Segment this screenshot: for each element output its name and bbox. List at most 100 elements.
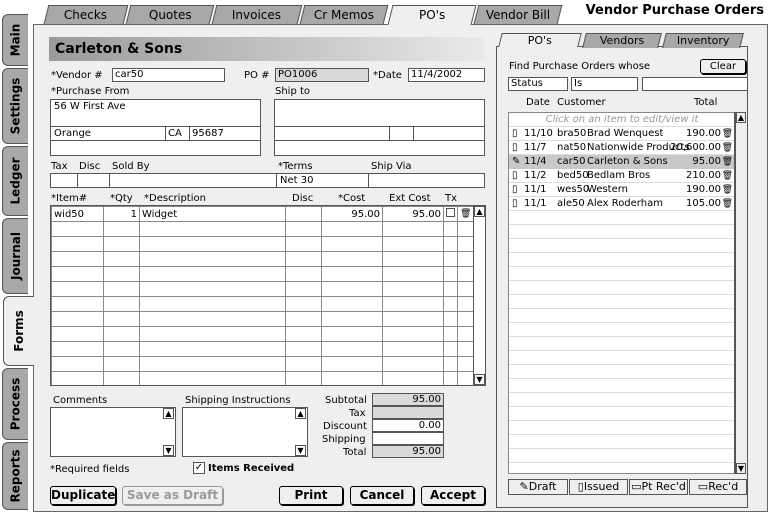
grid-cell-ext[interactable]: [382, 266, 444, 282]
grid-cell-ext[interactable]: [382, 296, 444, 312]
grid-cell-disc[interactable]: [285, 206, 322, 222]
scroll-down-icon[interactable]: ▼: [295, 445, 306, 456]
trash-icon[interactable]: 🗑: [722, 183, 733, 197]
discount-field[interactable]: 0.00: [372, 419, 444, 432]
grid-cell-qty[interactable]: [103, 251, 140, 267]
ship-to-box[interactable]: [274, 99, 485, 156]
grid-cell-delete[interactable]: [457, 221, 475, 237]
tab-quotes[interactable]: Quotes: [125, 5, 215, 24]
table-row[interactable]: [51, 251, 475, 267]
tab-vendor-bill[interactable]: Vendor Bill: [473, 5, 563, 24]
grid-cell-desc[interactable]: [139, 356, 286, 372]
grid-cell-ext[interactable]: [382, 251, 444, 267]
scroll-up-icon[interactable]: ▲: [295, 408, 306, 419]
grid-cell-desc[interactable]: [139, 236, 286, 252]
grid-cell-disc[interactable]: [285, 266, 322, 282]
grid-cell-cost[interactable]: [321, 251, 383, 267]
table-row[interactable]: [51, 296, 475, 312]
grid-cell-tx[interactable]: [443, 251, 458, 267]
grid-cell-delete[interactable]: [457, 326, 475, 342]
grid-cell-desc[interactable]: [139, 266, 286, 282]
grid-cell-qty[interactable]: [103, 296, 140, 312]
grid-cell-tx[interactable]: [443, 221, 458, 237]
grid-cell-ext[interactable]: [382, 281, 444, 297]
comments-field[interactable]: ▲ ▼: [50, 407, 176, 457]
grid-cell-disc[interactable]: [285, 326, 322, 342]
save-as-draft-button[interactable]: Save as Draft: [122, 486, 223, 505]
grid-cell-qty[interactable]: [103, 341, 140, 357]
grid-cell-item[interactable]: [51, 371, 104, 385]
grid-cell-cost[interactable]: [321, 296, 383, 312]
trash-icon[interactable]: 🗑: [722, 155, 733, 169]
grid-cell-tx[interactable]: [443, 341, 458, 357]
taxable-checkbox[interactable]: [446, 208, 455, 217]
list-item[interactable]: ▯ 11/10 bra50 Brad Wenquest 190.00 🗑: [509, 127, 735, 141]
grid-cell-delete[interactable]: [457, 371, 475, 385]
table-row[interactable]: [51, 281, 475, 297]
table-row[interactable]: [51, 356, 475, 372]
table-row[interactable]: [51, 221, 475, 237]
grid-cell-qty[interactable]: [103, 236, 140, 252]
grid-cell-tx[interactable]: [443, 356, 458, 372]
list-item[interactable]: ▯ 11/1 wes50 Western 190.00 🗑: [509, 183, 735, 197]
grid-cell-qty[interactable]: [103, 281, 140, 297]
grid-cell-cost[interactable]: [321, 221, 383, 237]
list-item[interactable]: ▯ 11/2 bed50 Bedlam Bros 210.00 🗑: [509, 169, 735, 183]
filter-operator-select[interactable]: Is: [571, 77, 638, 91]
grid-cell-item[interactable]: wid50: [51, 206, 104, 222]
grid-cell-cost[interactable]: [321, 326, 383, 342]
grid-cell-desc[interactable]: [139, 296, 286, 312]
trash-icon[interactable]: 🗑: [460, 209, 471, 219]
grid-cell-qty[interactable]: [103, 326, 140, 342]
table-row[interactable]: [51, 326, 475, 342]
list-item[interactable]: ✎ 11/4 car50 Carleton & Sons 95.00 🗑: [509, 155, 735, 169]
grid-cell-qty[interactable]: [103, 356, 140, 372]
side-tab-settings[interactable]: Settings: [2, 68, 28, 144]
tab-cr-memos[interactable]: Cr Memos: [299, 5, 389, 24]
grid-cell-item[interactable]: [51, 341, 104, 357]
grid-cell-cost[interactable]: 95.00: [321, 206, 383, 222]
filter-field-select[interactable]: Status: [508, 77, 568, 91]
tab-inventory[interactable]: Inventory: [662, 33, 744, 48]
grid-cell-cost[interactable]: [321, 236, 383, 252]
terms-field[interactable]: Net 30: [280, 175, 313, 186]
grid-cell-desc[interactable]: [139, 221, 286, 237]
grid-cell-item[interactable]: [51, 221, 104, 237]
grid-cell-disc[interactable]: [285, 251, 322, 267]
scroll-down-icon[interactable]: ▼: [474, 374, 485, 385]
grid-cell-item[interactable]: [51, 356, 104, 372]
grid-cell-disc[interactable]: [285, 341, 322, 357]
grid-cell-tx[interactable]: [443, 371, 458, 385]
grid-cell-qty[interactable]: [103, 266, 140, 282]
scroll-down-icon[interactable]: ▼: [163, 445, 174, 456]
trash-icon[interactable]: 🗑: [722, 197, 733, 211]
duplicate-button[interactable]: Duplicate: [50, 486, 116, 505]
table-row[interactable]: [51, 371, 475, 385]
tab-pos[interactable]: PO's: [387, 5, 477, 25]
grid-cell-ext[interactable]: [382, 371, 444, 385]
list-item[interactable]: ▯ 11/7 nat50 Nationwide Products 20,600.00 🗑: [509, 141, 735, 155]
grid-cell-desc[interactable]: [139, 371, 286, 385]
grid-cell-cost[interactable]: [321, 356, 383, 372]
grid-cell-ext[interactable]: [382, 221, 444, 237]
grid-cell-desc[interactable]: [139, 251, 286, 267]
grid-cell-ext[interactable]: [382, 311, 444, 327]
grid-cell-disc[interactable]: [285, 281, 322, 297]
grid-cell-ext[interactable]: [382, 356, 444, 372]
clear-button[interactable]: Clear: [700, 59, 746, 74]
table-row[interactable]: [51, 236, 475, 252]
filter-tab-draft[interactable]: ✎Draft: [508, 479, 568, 495]
grid-cell-delete[interactable]: [457, 356, 475, 372]
grid-cell-desc[interactable]: Widget: [139, 206, 286, 222]
grid-cell-qty[interactable]: [103, 221, 140, 237]
grid-cell-cost[interactable]: [321, 311, 383, 327]
grid-cell-tx[interactable]: [443, 296, 458, 312]
grid-cell-tx[interactable]: [443, 326, 458, 342]
grid-cell-disc[interactable]: [285, 296, 322, 312]
tab-pos-list[interactable]: PO's: [498, 33, 582, 47]
grid-cell-qty[interactable]: 1: [103, 206, 140, 222]
grid-cell-delete[interactable]: [457, 311, 475, 327]
side-tab-process[interactable]: Process: [2, 368, 28, 440]
filter-tab-issued[interactable]: ▯Issued: [569, 479, 628, 495]
side-tab-forms[interactable]: Forms: [3, 296, 34, 366]
